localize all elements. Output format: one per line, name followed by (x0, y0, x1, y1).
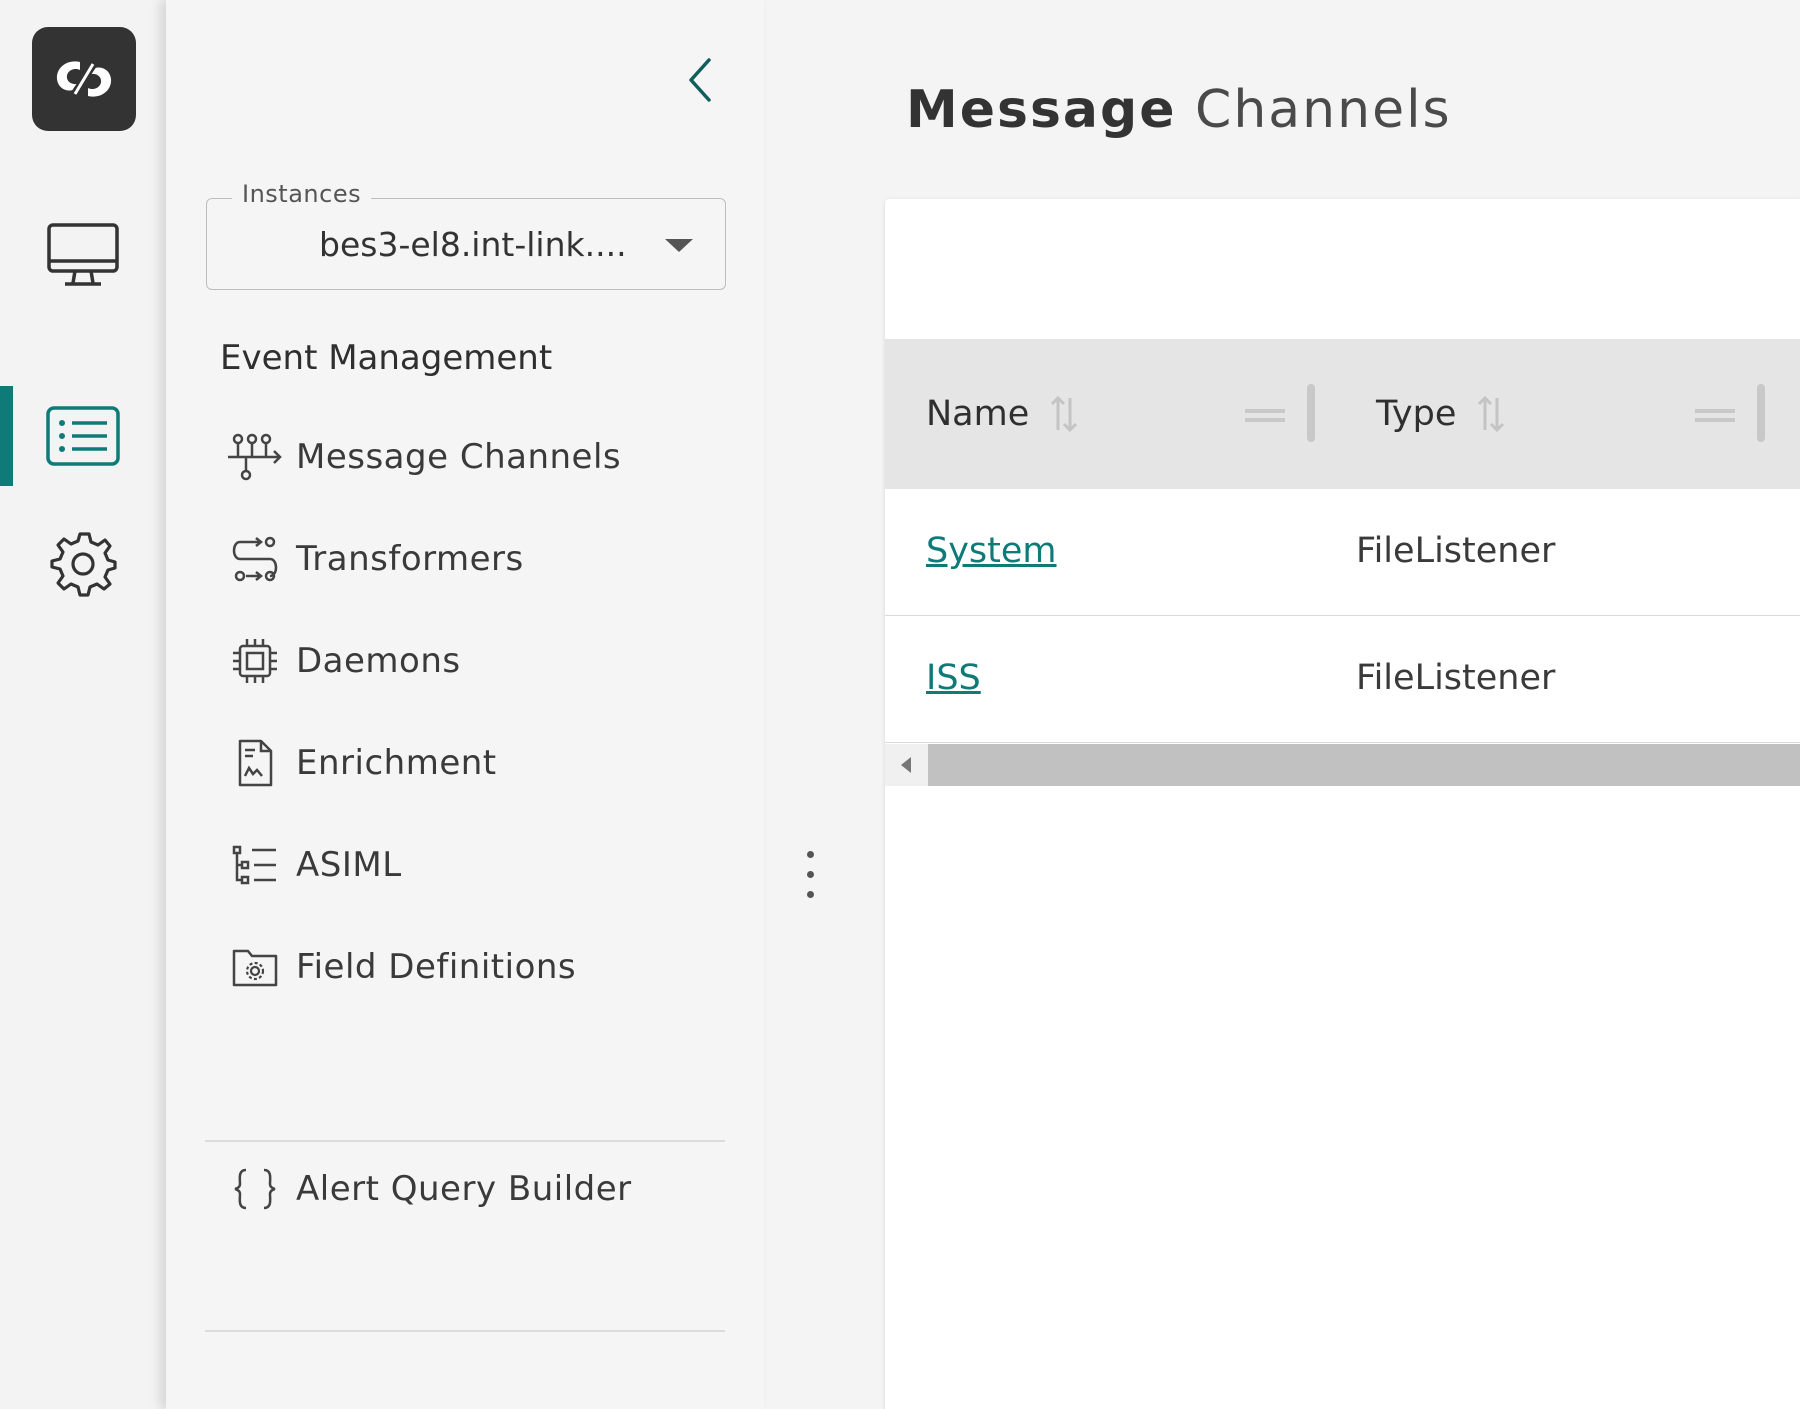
nav-item-label: Enrichment (296, 743, 497, 783)
caret-down-icon (665, 239, 693, 252)
nav-item-message-channels[interactable]: Message Channels (226, 422, 716, 492)
scrollbar-thumb[interactable] (928, 744, 1800, 786)
nav-item-alert-query-builder[interactable]: Alert Query Builder (226, 1154, 716, 1224)
column-header-type[interactable]: Type (1376, 339, 1676, 489)
page-title-rest: Channels (1195, 80, 1452, 140)
sort-icon[interactable] (1049, 394, 1079, 434)
channel-type: FileListener (1356, 658, 1556, 698)
panel-resize-handle[interactable] (800, 845, 820, 905)
column-menu-icon[interactable] (1695, 409, 1735, 422)
divider (205, 1140, 725, 1142)
column-resize-handle[interactable] (1307, 384, 1315, 442)
nav-item-daemons[interactable]: Daemons (226, 626, 716, 696)
logo-icon (56, 59, 112, 99)
nav-item-label: Alert Query Builder (296, 1169, 632, 1209)
sort-icon[interactable] (1476, 394, 1506, 434)
divider (205, 1330, 725, 1332)
chip-icon (226, 632, 284, 690)
handle-dot (807, 871, 814, 878)
column-resize-handle[interactable] (1757, 384, 1765, 442)
table-row[interactable]: System FileListener (885, 489, 1800, 616)
nav-item-asiml[interactable]: ASIML (226, 830, 716, 900)
rail-monitor-button[interactable] (0, 206, 166, 306)
nav-item-label: Field Definitions (296, 947, 577, 987)
rail-settings-button[interactable] (0, 514, 166, 614)
instances-label: Instances (232, 180, 372, 208)
channels-table-card: Name Type System FileListener ISS FileLi… (885, 199, 1800, 1409)
table-row[interactable]: ISS FileListener (885, 616, 1800, 743)
nav-item-field-definitions[interactable]: Field Definitions (226, 932, 716, 1002)
nav-item-transformers[interactable]: Transformers (226, 524, 716, 594)
braces-icon (226, 1160, 284, 1218)
table-header: Name Type (885, 339, 1800, 489)
column-header-label: Type (1376, 394, 1457, 434)
list-icon (46, 406, 120, 466)
page-title-bold: Message (906, 80, 1177, 140)
rail-list-button[interactable] (0, 386, 166, 486)
scroll-left-arrow-icon[interactable] (901, 757, 911, 773)
chevron-left-icon (689, 58, 711, 102)
collapse-panel-button[interactable] (671, 50, 731, 110)
document-icon (226, 734, 284, 792)
handle-dot (807, 851, 814, 858)
channels-icon (226, 428, 284, 486)
page-title: Message Channels (906, 80, 1452, 140)
instances-select[interactable]: Instances bes3-el8.int-link.... (206, 180, 726, 290)
column-menu-icon[interactable] (1245, 409, 1285, 422)
nav-item-label: Message Channels (296, 437, 622, 477)
folder-gear-icon (226, 938, 284, 996)
channel-name-link[interactable]: System (926, 531, 1057, 571)
nav-item-enrichment[interactable]: Enrichment (226, 728, 716, 798)
column-header-label: Name (926, 394, 1030, 434)
section-title: Event Management (220, 338, 553, 378)
monitor-icon (47, 223, 119, 286)
tree-list-icon (226, 836, 284, 894)
gear-icon (50, 532, 117, 597)
channel-name-link[interactable]: ISS (926, 658, 981, 698)
instances-value: bes3-el8.int-link.... (319, 225, 627, 264)
channel-type: FileListener (1356, 531, 1556, 571)
navigation-panel: Instances bes3-el8.int-link.... Event Ma… (166, 0, 764, 1409)
horizontal-scrollbar[interactable] (885, 744, 1800, 786)
app-logo[interactable] (32, 27, 136, 131)
handle-dot (807, 891, 814, 898)
nav-item-label: ASIML (296, 845, 402, 885)
transformers-icon (226, 530, 284, 588)
app-rail (0, 0, 166, 1409)
nav-item-label: Transformers (296, 539, 524, 579)
nav-item-label: Daemons (296, 641, 461, 681)
